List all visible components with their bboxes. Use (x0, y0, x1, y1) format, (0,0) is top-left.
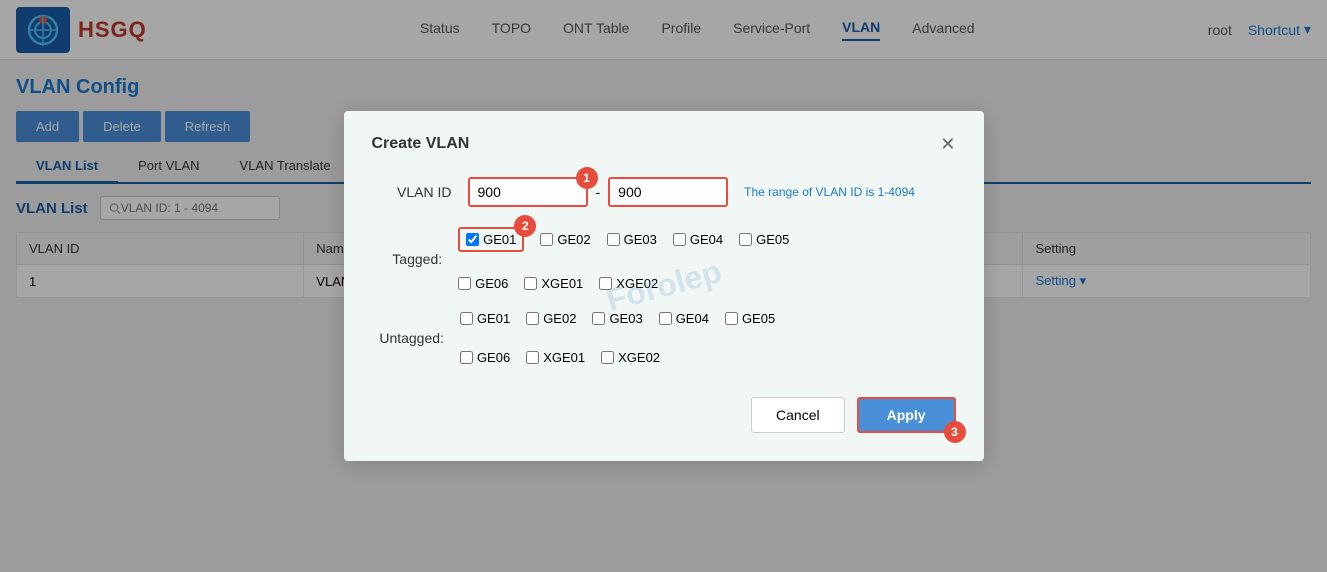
tagged-ge02-label: GE02 (557, 232, 590, 247)
vlan-id-group: 1 - The range of VLAN ID is 1-4094 (468, 177, 915, 207)
untagged-xge01-label: XGE01 (543, 350, 585, 365)
close-button[interactable]: ✕ (940, 135, 955, 153)
step-badge-3: 3 (944, 421, 966, 443)
step-badge-2: 2 (514, 215, 536, 237)
tagged-xge02-checkbox[interactable] (599, 277, 612, 290)
untagged-ge05-checkbox[interactable] (725, 312, 738, 325)
untagged-ge06-checkbox[interactable] (460, 351, 473, 364)
tagged-ge01-wrapper: GE01 2 (458, 227, 524, 252)
untagged-xge01-checkbox[interactable] (526, 351, 539, 364)
untagged-ge01-label: GE01 (477, 311, 510, 326)
untagged-ge05-item[interactable]: GE05 (725, 311, 775, 326)
untagged-ge06-item[interactable]: GE06 (460, 350, 510, 365)
untagged-ge03-label: GE03 (609, 311, 642, 326)
tagged-ge01-checkbox[interactable] (466, 233, 479, 246)
tagged-ge03-checkbox[interactable] (607, 233, 620, 246)
untagged-xge02-item[interactable]: XGE02 (601, 350, 660, 365)
untagged-row: Untagged: GE01 GE02 GE03 GE04 (372, 311, 956, 365)
untagged-xge02-checkbox[interactable] (601, 351, 614, 364)
tagged-xge02-item[interactable]: XGE02 (599, 276, 658, 291)
tagged-ge05-checkbox[interactable] (739, 233, 752, 246)
untagged-ge03-item[interactable]: GE03 (592, 311, 642, 326)
tagged-ge06-item[interactable]: GE06 (458, 276, 508, 291)
untagged-ge02-item[interactable]: GE02 (526, 311, 576, 326)
tagged-label: Tagged: (372, 251, 443, 267)
tagged-ge05-label: GE05 (756, 232, 789, 247)
tagged-ge06-label: GE06 (475, 276, 508, 291)
untagged-ge04-label: GE04 (676, 311, 709, 326)
tagged-ge03-item[interactable]: GE03 (607, 232, 657, 247)
vlan-id-row: VLAN ID 1 - The range of VLAN ID is 1-40… (372, 177, 956, 207)
untagged-checkbox-group: GE01 GE02 GE03 GE04 GE05 (460, 311, 956, 365)
untagged-ge05-label: GE05 (742, 311, 775, 326)
modal-overlay: Forolep Create VLAN ✕ VLAN ID 1 - The ra… (0, 0, 1327, 572)
modal-footer: Cancel Apply 3 (372, 397, 956, 433)
cancel-button[interactable]: Cancel (751, 397, 845, 433)
tagged-checkbox-group: GE01 2 GE02 GE03 GE04 G (458, 227, 955, 291)
tagged-ge03-label: GE03 (624, 232, 657, 247)
untagged-ge04-checkbox[interactable] (659, 312, 672, 325)
tagged-xge02-label: XGE02 (616, 276, 658, 291)
tagged-ge05-item[interactable]: GE05 (739, 232, 789, 247)
vlan-range-hint: The range of VLAN ID is 1-4094 (744, 185, 915, 199)
vlan-id-start-input[interactable] (468, 177, 588, 207)
tagged-ge04-item[interactable]: GE04 (673, 232, 723, 247)
step-badge-1: 1 (576, 167, 598, 189)
apply-wrapper: Apply 3 (857, 397, 956, 433)
untagged-xge02-label: XGE02 (618, 350, 660, 365)
modal-title: Create VLAN (372, 135, 470, 153)
untagged-ge01-checkbox[interactable] (460, 312, 473, 325)
vlan-id-label: VLAN ID (372, 184, 452, 200)
modal-header: Create VLAN ✕ (372, 135, 956, 153)
tagged-xge01-checkbox[interactable] (524, 277, 537, 290)
create-vlan-modal: Forolep Create VLAN ✕ VLAN ID 1 - The ra… (344, 111, 984, 461)
tagged-xge01-item[interactable]: XGE01 (524, 276, 583, 291)
untagged-ge04-item[interactable]: GE04 (659, 311, 709, 326)
tagged-ge04-checkbox[interactable] (673, 233, 686, 246)
untagged-label: Untagged: (372, 330, 444, 346)
untagged-ge06-label: GE06 (477, 350, 510, 365)
tagged-ge02-checkbox[interactable] (540, 233, 553, 246)
tagged-ge04-label: GE04 (690, 232, 723, 247)
tagged-ge02-item[interactable]: GE02 (540, 232, 590, 247)
apply-button[interactable]: Apply (857, 397, 956, 433)
untagged-ge02-label: GE02 (543, 311, 576, 326)
tagged-ge01-label: GE01 (483, 232, 516, 247)
tagged-xge01-label: XGE01 (541, 276, 583, 291)
untagged-ge03-checkbox[interactable] (592, 312, 605, 325)
vlan-id-start-wrapper: 1 (468, 177, 588, 207)
untagged-xge01-item[interactable]: XGE01 (526, 350, 585, 365)
vlan-id-end-input[interactable] (608, 177, 728, 207)
untagged-ge02-checkbox[interactable] (526, 312, 539, 325)
untagged-ge01-item[interactable]: GE01 (460, 311, 510, 326)
tagged-ge06-checkbox[interactable] (458, 277, 471, 290)
vlan-id-separator: - (596, 184, 601, 200)
tagged-row: Tagged: GE01 2 GE02 GE03 (372, 227, 956, 291)
